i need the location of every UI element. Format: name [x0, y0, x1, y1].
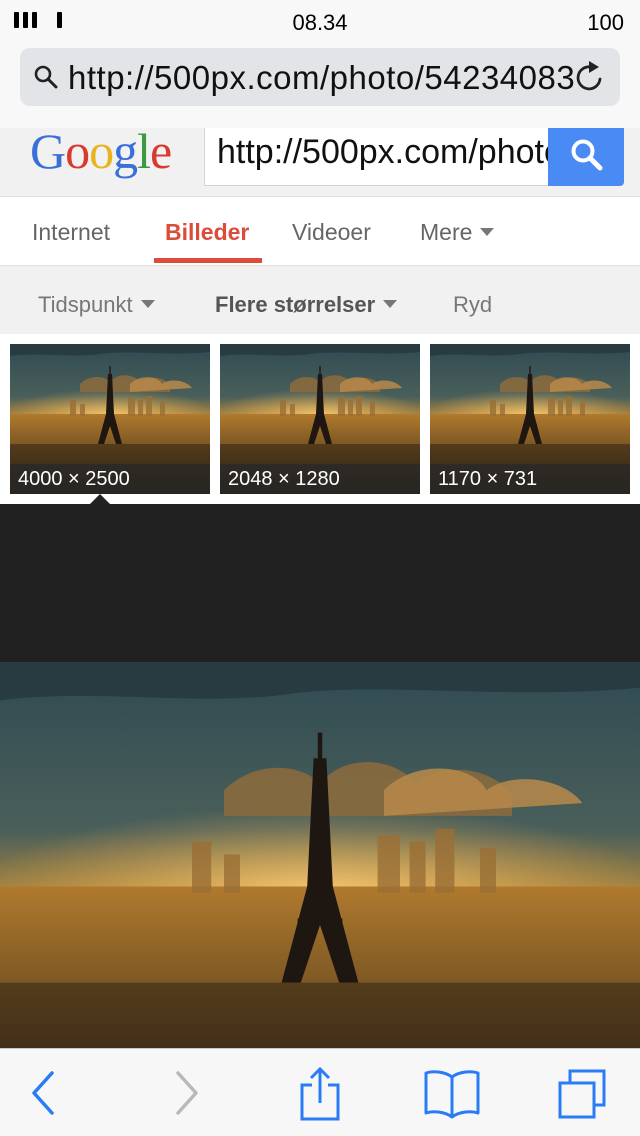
forward-chevron-icon: [176, 1071, 198, 1115]
share-icon: [300, 1067, 340, 1121]
google-logo-letter: l: [137, 128, 151, 179]
address-bar-area: http://500px.com/photo/54234083: [0, 40, 640, 128]
filter-label: Tidspunkt: [38, 292, 133, 317]
filter-clear[interactable]: Ryd: [453, 292, 492, 318]
tab-label: Billeder: [165, 219, 250, 245]
thumbnail-strip: 4000 × 2500 2048 × 1280 1170 × 731: [0, 334, 640, 504]
forward-button[interactable]: [156, 1067, 216, 1123]
image-thumbnail[interactable]: 2048 × 1280: [220, 344, 420, 494]
image-thumbnail[interactable]: 1170 × 731: [430, 344, 630, 494]
tabs-icon: [558, 1069, 606, 1119]
filter-label: Flere størrelser: [215, 292, 376, 317]
filter-label: Ryd: [453, 292, 493, 317]
url-text[interactable]: http://500px.com/photo/54234083: [68, 58, 578, 98]
bookmarks-button[interactable]: [422, 1067, 482, 1123]
google-logo[interactable]: Google: [30, 128, 172, 180]
thumbnail-size-label: 2048 × 1280: [220, 464, 420, 494]
tab-more[interactable]: Mere: [420, 219, 495, 246]
tabs-button[interactable]: [556, 1067, 616, 1123]
google-search-button[interactable]: [548, 128, 624, 186]
selected-thumbnail-pointer: [90, 494, 110, 504]
google-logo-letter: e: [150, 128, 172, 179]
search-type-tabs: Internet Billeder Videoer Mere: [0, 196, 640, 266]
tab-label: Videoer: [292, 219, 371, 245]
caret-down-icon: [383, 300, 398, 309]
tab-images[interactable]: Billeder: [165, 219, 249, 246]
caret-down-icon: [140, 300, 155, 309]
thumbnail-size-label: 1170 × 731: [430, 464, 630, 494]
back-button[interactable]: [14, 1067, 74, 1123]
google-logo-letter: o: [89, 128, 114, 179]
address-bar[interactable]: http://500px.com/photo/54234083: [20, 48, 620, 106]
image-thumbnail[interactable]: 4000 × 2500: [10, 344, 210, 494]
search-icon: [571, 139, 603, 171]
google-logo-letter: G: [30, 128, 66, 179]
caret-down-icon: [480, 227, 495, 236]
eiffel-tower-photo: [0, 662, 640, 1050]
back-chevron-icon: [32, 1071, 54, 1115]
active-tab-indicator: [154, 258, 262, 263]
tab-label: Internet: [32, 219, 110, 245]
google-search-text[interactable]: http://500px.com/photo/54234083: [217, 132, 549, 172]
tab-internet[interactable]: Internet: [32, 219, 110, 246]
image-viewer: [0, 504, 640, 1050]
browser-toolbar: [0, 1048, 640, 1136]
google-logo-letter: g: [113, 128, 138, 179]
tab-label: Mere: [420, 219, 473, 245]
status-time: 08.34: [292, 10, 348, 35]
battery-level: 100: [587, 10, 624, 35]
google-search-input[interactable]: http://500px.com/photo/54234083: [204, 128, 550, 186]
google-logo-letter: o: [65, 128, 90, 179]
reload-icon[interactable]: [574, 60, 606, 94]
thumbnail-size-label: 4000 × 2500: [10, 464, 210, 494]
book-icon: [424, 1070, 480, 1119]
status-bar: 08.34 100: [0, 0, 640, 40]
image-filters: Tidspunkt Flere størrelser Ryd: [0, 266, 640, 334]
search-icon: [34, 65, 58, 89]
google-header: Google http://500px.com/photo/54234083: [0, 128, 640, 196]
filter-sizes[interactable]: Flere størrelser: [215, 292, 398, 318]
filter-time[interactable]: Tidspunkt: [38, 292, 155, 318]
share-button[interactable]: [290, 1067, 350, 1123]
tab-videos[interactable]: Videoer: [292, 219, 371, 246]
preview-image[interactable]: [0, 662, 640, 1050]
